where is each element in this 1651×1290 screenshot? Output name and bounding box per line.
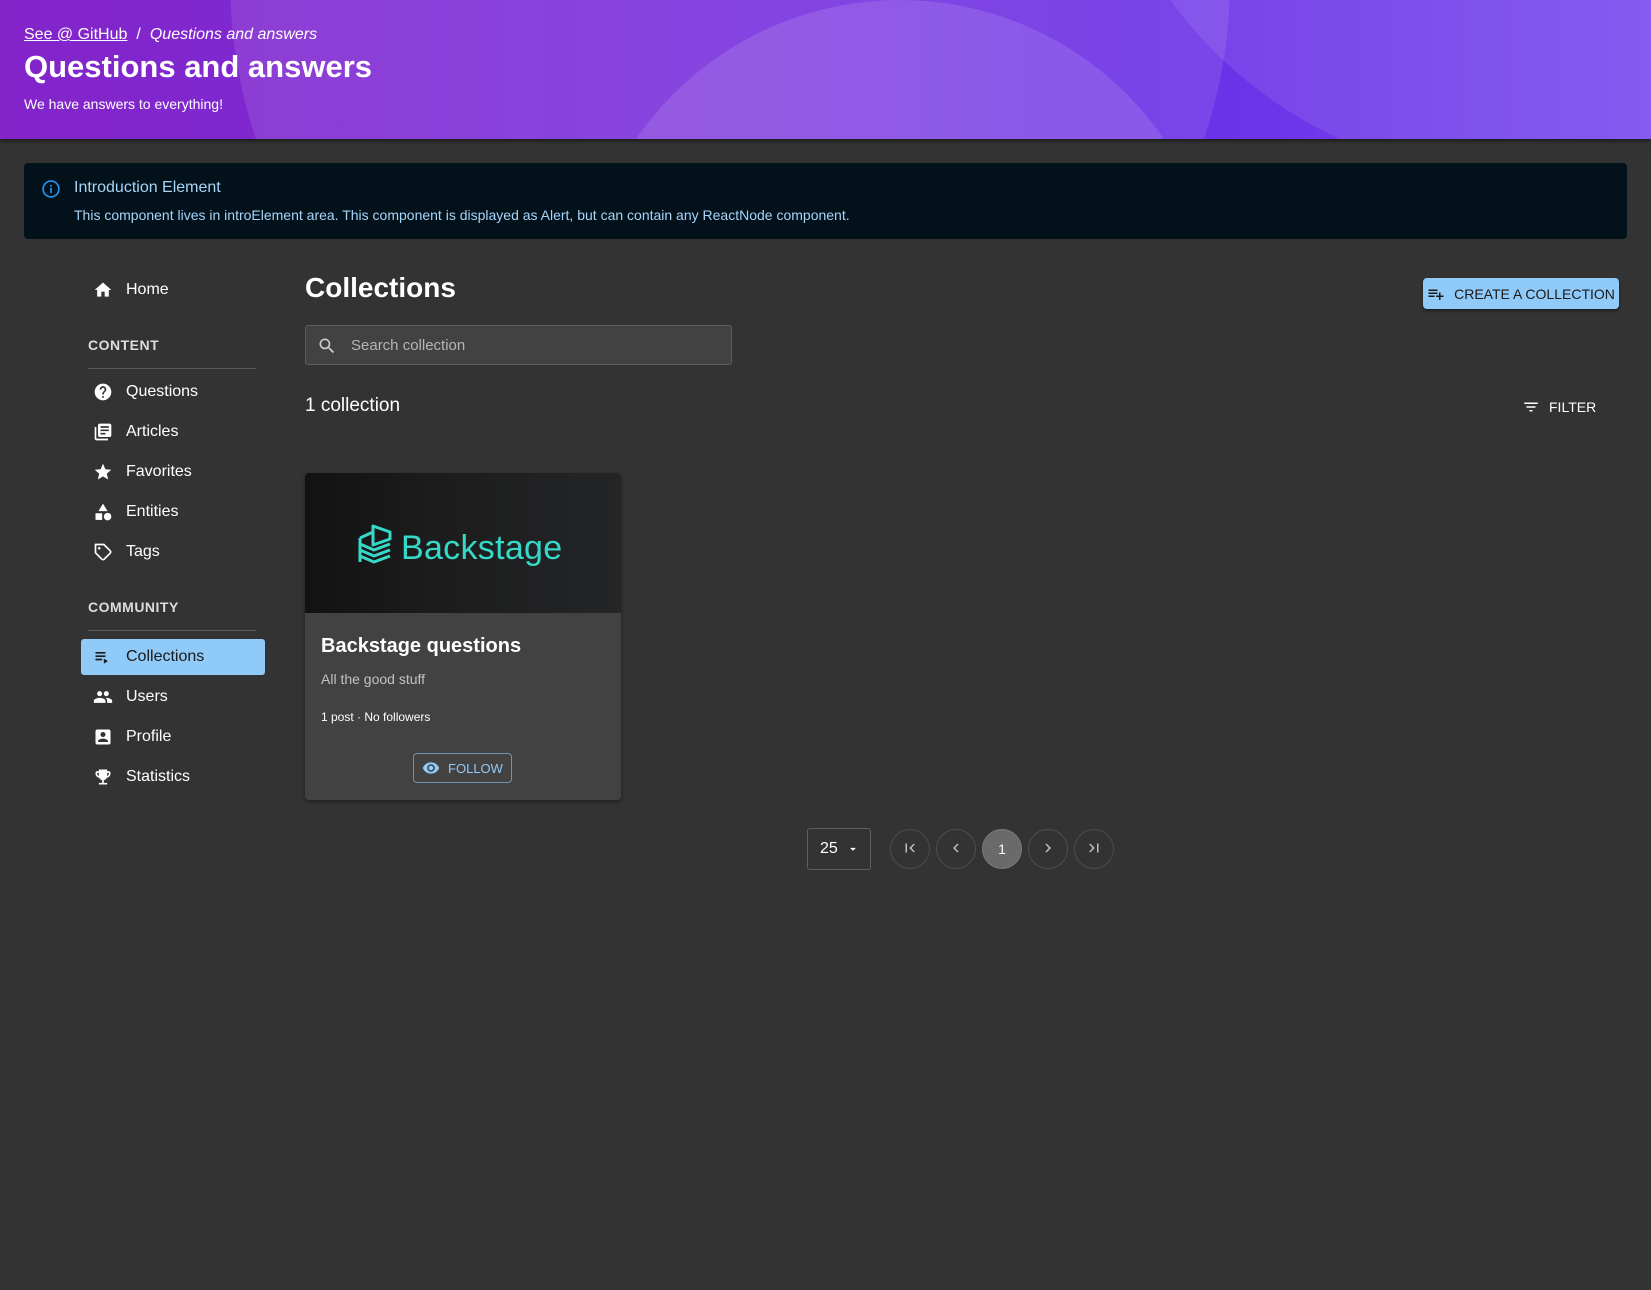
chevron-left-icon: [947, 839, 965, 860]
collection-card-image: Backstage: [305, 473, 621, 613]
sidebar-item-label: Articles: [126, 423, 179, 440]
collection-card-stats: 1 post · No followers: [321, 710, 431, 724]
collection-card-description: All the good stuff: [321, 671, 426, 687]
caret-down-icon: [846, 842, 860, 856]
page-size-value: 25: [820, 840, 838, 857]
tag-icon: [93, 542, 113, 562]
category-shapes-icon: [93, 502, 113, 522]
collection-count: 1 collection: [305, 395, 401, 416]
intro-title: Introduction Element: [74, 179, 221, 196]
sidebar-item-favorites[interactable]: Favorites: [81, 454, 265, 490]
backstage-logo: Backstage: [357, 524, 562, 573]
sidebar-section-community: COMMUNITY: [88, 599, 179, 615]
sidebar-item-label: Collections: [126, 648, 205, 665]
playlist-add-icon: [1427, 285, 1445, 303]
eye-icon: [422, 759, 440, 777]
info-icon: [41, 179, 61, 199]
chevron-right-icon: [1039, 839, 1057, 860]
collection-card-title[interactable]: Backstage questions: [321, 635, 521, 658]
backstage-logo-text: Backstage: [401, 529, 563, 567]
filter-button[interactable]: FILTER: [1522, 395, 1596, 419]
sidebar-section-content: CONTENT: [88, 337, 160, 353]
star-icon: [93, 462, 113, 482]
filter-list-icon: [1522, 398, 1540, 416]
sidebar-item-label: Profile: [126, 728, 172, 745]
last-page-icon: [1085, 839, 1103, 860]
backstage-logo-icon: [357, 524, 393, 573]
sidebar-item-label: Entities: [126, 503, 179, 520]
sidebar-item-label: Statistics: [126, 768, 191, 785]
sidebar-item-label: Tags: [126, 543, 160, 560]
next-page-button[interactable]: [1028, 829, 1068, 869]
sidebar-item-label: Favorites: [126, 463, 192, 480]
sidebar-item-label: Users: [126, 688, 168, 705]
people-icon: [93, 687, 113, 707]
trophy-icon: [93, 767, 113, 787]
first-page-button[interactable]: [890, 829, 930, 869]
sidebar-item-home[interactable]: Home: [81, 272, 265, 308]
sidebar-item-articles[interactable]: Articles: [81, 414, 265, 450]
page-button-current[interactable]: 1: [982, 829, 1022, 869]
intro-alert: Introduction Element This component live…: [24, 163, 1627, 239]
page-header: See @ GitHub / Questions and answers Que…: [0, 0, 1651, 139]
follow-button[interactable]: FOLLOW: [413, 753, 512, 783]
playlist-icon: [93, 647, 113, 667]
home-icon: [93, 280, 113, 300]
sidebar-item-users[interactable]: Users: [81, 679, 265, 715]
sidebar-item-profile[interactable]: Profile: [81, 719, 265, 755]
header-content: See @ GitHub / Questions and answers Que…: [24, 26, 372, 112]
library-books-icon: [93, 422, 113, 442]
collection-card[interactable]: Backstage Backstage questions All the go…: [305, 473, 621, 800]
last-page-button[interactable]: [1074, 829, 1114, 869]
create-collection-label: CREATE A COLLECTION: [1454, 285, 1615, 302]
sidebar-divider: [88, 630, 256, 631]
breadcrumb-separator: /: [136, 26, 141, 43]
breadcrumb-current: Questions and answers: [149, 26, 318, 43]
sidebar-item-tags[interactable]: Tags: [81, 534, 265, 570]
account-box-icon: [93, 727, 113, 747]
page-subtitle: We have answers to everything!: [24, 96, 223, 112]
breadcrumb-github-link[interactable]: See @ GitHub: [24, 26, 127, 44]
collections-title: Collections: [305, 272, 456, 303]
sidebar-item-entities[interactable]: Entities: [81, 494, 265, 530]
search-icon: [317, 336, 337, 361]
filter-label: FILTER: [1549, 399, 1597, 415]
breadcrumb: See @ GitHub / Questions and answers: [24, 26, 372, 44]
page-size-select[interactable]: 25: [807, 828, 871, 870]
sidebar-divider: [88, 368, 256, 369]
first-page-icon: [901, 839, 919, 860]
previous-page-button[interactable]: [936, 829, 976, 869]
follow-label: FOLLOW: [448, 760, 503, 776]
create-collection-button[interactable]: CREATE A COLLECTION: [1423, 278, 1619, 309]
sidebar-item-label: Home: [126, 281, 169, 298]
sidebar-item-label: Questions: [126, 383, 199, 400]
search-collection-field[interactable]: [305, 325, 732, 365]
sidebar-item-statistics[interactable]: Statistics: [81, 759, 265, 795]
help-circle-icon: [93, 382, 113, 402]
search-collection-input[interactable]: [351, 326, 721, 364]
intro-body: This component lives in introElement are…: [74, 207, 850, 223]
page-title: Questions and answers: [24, 49, 372, 84]
sidebar-item-questions[interactable]: Questions: [81, 374, 265, 410]
sidebar-item-collections[interactable]: Collections: [81, 639, 265, 675]
